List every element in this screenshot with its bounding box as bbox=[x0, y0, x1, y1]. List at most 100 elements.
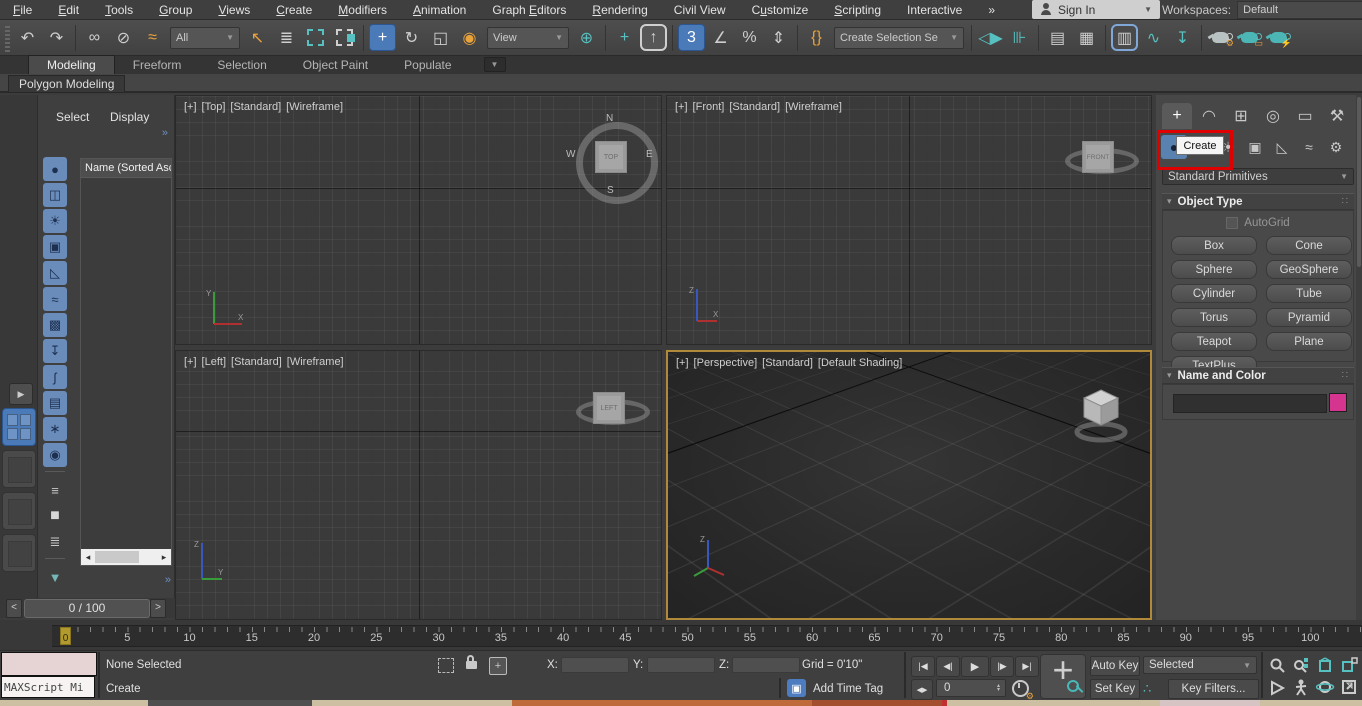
viewport-menu-shading[interactable]: [Wireframe] bbox=[287, 356, 344, 368]
menu-customize[interactable]: Customize bbox=[739, 3, 822, 17]
object-color-swatch[interactable] bbox=[1329, 393, 1347, 412]
viewport-menu-plus[interactable]: [+] bbox=[676, 357, 689, 369]
viewport-menu-plus[interactable]: [+] bbox=[184, 101, 197, 113]
frame-input[interactable] bbox=[942, 681, 990, 695]
viewport-menu-pov[interactable]: [Top] bbox=[202, 101, 226, 113]
primitive-category-dropdown[interactable]: Standard Primitives ▼ bbox=[1162, 168, 1354, 185]
sign-in-button[interactable]: Sign In ▼ bbox=[1032, 0, 1160, 19]
display-frozen-icon[interactable]: ∗ bbox=[43, 417, 67, 441]
display-cameras-icon[interactable]: ▣ bbox=[43, 235, 67, 259]
field-of-view-icon[interactable] bbox=[1268, 678, 1288, 698]
maxscript-input-field[interactable]: MAXScript Mi bbox=[1, 676, 95, 698]
toolbar-grip[interactable] bbox=[5, 23, 10, 52]
next-frame-button[interactable]: |▶ bbox=[990, 656, 1014, 677]
viewport-menu-plus[interactable]: [+] bbox=[675, 101, 688, 113]
selection-filter-dropdown[interactable]: All ▼ bbox=[170, 26, 240, 49]
undo-icon[interactable]: ↶ bbox=[14, 24, 41, 51]
menu-file[interactable]: File bbox=[0, 3, 45, 17]
tube-button[interactable]: Tube bbox=[1266, 284, 1352, 303]
viewport-layout-tab-4[interactable] bbox=[2, 534, 36, 572]
name-and-color-rollout-header[interactable]: ▾ Name and Color ∷ bbox=[1162, 367, 1354, 384]
key-filters-button[interactable]: Key Filters... bbox=[1168, 679, 1259, 699]
zoom-extents-all-icon[interactable] bbox=[1340, 656, 1360, 676]
menu-rendering[interactable]: Rendering bbox=[579, 3, 660, 17]
scrollbar-thumb[interactable] bbox=[95, 551, 139, 563]
spinner-snap-icon[interactable]: ⇕ bbox=[765, 24, 792, 51]
viewport-menu-shading[interactable]: [Wireframe] bbox=[286, 101, 343, 113]
selection-lock-icon[interactable] bbox=[466, 655, 477, 669]
render-production-icon[interactable]: ⚡ bbox=[1265, 24, 1292, 51]
create-tab[interactable]: + bbox=[1162, 103, 1192, 129]
select-and-move-icon[interactable]: + bbox=[369, 24, 396, 51]
select-and-place-icon[interactable]: ◉ bbox=[456, 24, 483, 51]
ribbon-tab-object-paint[interactable]: Object Paint bbox=[285, 56, 386, 74]
rollout-grip-icon[interactable]: ∷ bbox=[1342, 196, 1349, 207]
layer-explorer-icon[interactable]: ▦ bbox=[1073, 24, 1100, 51]
display-xrefs-icon[interactable]: ↧ bbox=[43, 339, 67, 363]
cylinder-button[interactable]: Cylinder bbox=[1171, 284, 1257, 303]
key-filter-scope-dropdown[interactable]: Selected ▼ bbox=[1143, 656, 1257, 674]
menu-scripting[interactable]: Scripting bbox=[821, 3, 894, 17]
explorer-overflow-bottom-icon[interactable]: » bbox=[165, 574, 171, 586]
schematic-view-icon[interactable]: ∿ bbox=[1140, 24, 1167, 51]
ribbon-overflow-button[interactable]: ▼ bbox=[483, 57, 506, 72]
zoom-all-icon[interactable] bbox=[1292, 656, 1312, 676]
zoom-icon[interactable] bbox=[1268, 656, 1288, 676]
viewcube-north[interactable]: N bbox=[606, 113, 613, 124]
ribbon-tab-populate[interactable]: Populate bbox=[386, 56, 469, 74]
scroll-left-icon[interactable]: ◂ bbox=[81, 552, 95, 563]
viewport-menu-renderer[interactable]: [Standard] bbox=[231, 356, 282, 368]
viewcube[interactable]: N W E S TOP bbox=[566, 113, 658, 204]
workspaces-dropdown[interactable]: Default ▼ bbox=[1237, 0, 1362, 19]
box-button[interactable]: Box bbox=[1171, 236, 1257, 255]
viewcube-west[interactable]: W bbox=[566, 149, 575, 160]
cone-button[interactable]: Cone bbox=[1266, 236, 1352, 255]
select-by-name-icon[interactable]: ≣ bbox=[273, 24, 300, 51]
material-editor-icon[interactable]: ↧ bbox=[1169, 24, 1196, 51]
display-containers-icon[interactable]: ▤ bbox=[43, 391, 67, 415]
rollout-grip-icon[interactable]: ∷ bbox=[1342, 370, 1349, 381]
viewport-menu-pov[interactable]: [Perspective] bbox=[694, 357, 758, 369]
scene-explorer-icon[interactable]: ▤ bbox=[1044, 24, 1071, 51]
render-setup-icon[interactable]: ⚙ bbox=[1207, 24, 1234, 51]
y-coordinate-input[interactable] bbox=[647, 657, 715, 673]
select-and-rotate-icon[interactable]: ↻ bbox=[398, 24, 425, 51]
menu-views[interactable]: Views bbox=[205, 3, 263, 17]
redo-icon[interactable]: ↷ bbox=[43, 24, 70, 51]
unlink-selection-icon[interactable]: ⊘ bbox=[110, 24, 137, 51]
helpers-category[interactable]: ◺ bbox=[1269, 135, 1295, 159]
angle-snap-icon[interactable]: ∠ bbox=[707, 24, 734, 51]
named-selection-sets-icon[interactable]: {} bbox=[803, 24, 830, 51]
mirror-icon[interactable]: ◁▶ bbox=[977, 24, 1004, 51]
display-hidden-icon[interactable]: ◉ bbox=[43, 443, 67, 467]
menu-interactive[interactable]: Interactive bbox=[894, 3, 975, 17]
menu-tools[interactable]: Tools bbox=[92, 3, 146, 17]
teapot-button[interactable]: Teapot bbox=[1171, 332, 1257, 351]
ribbon-tab-selection[interactable]: Selection bbox=[199, 56, 284, 74]
object-name-input[interactable] bbox=[1173, 394, 1327, 413]
set-key-button[interactable]: Set Key bbox=[1090, 679, 1140, 699]
viewcube[interactable] bbox=[1072, 384, 1130, 444]
time-slider-value[interactable]: 0 / 100 bbox=[24, 599, 150, 618]
align-icon[interactable]: ⊪ bbox=[1006, 24, 1033, 51]
layout-flyout-button[interactable]: ▶ bbox=[9, 383, 33, 405]
viewport-top[interactable]: [+] [Top] [Standard] [Wireframe] N W E S TO… bbox=[175, 95, 662, 345]
viewport-menu-plus[interactable]: [+] bbox=[184, 356, 197, 368]
auto-key-button[interactable]: Auto Key bbox=[1090, 656, 1140, 676]
previous-frame-button[interactable]: ◀| bbox=[936, 656, 960, 677]
viewport-menu-pov[interactable]: [Front] bbox=[693, 101, 725, 113]
list-view-icon[interactable]: ≡ bbox=[43, 478, 67, 502]
curve-editor-icon[interactable]: ▥ bbox=[1111, 24, 1138, 51]
menu-create[interactable]: Create bbox=[263, 3, 325, 17]
autogrid-checkbox[interactable] bbox=[1226, 217, 1239, 229]
x-coordinate-input[interactable] bbox=[561, 657, 629, 673]
previous-frame-slider-button[interactable]: < bbox=[6, 599, 22, 618]
play-button[interactable]: ▶ bbox=[961, 656, 989, 677]
viewcube[interactable]: LEFT bbox=[576, 389, 650, 425]
scrollbar-thumb[interactable] bbox=[1357, 97, 1361, 267]
isolate-selection-icon[interactable] bbox=[438, 658, 454, 673]
maxscript-macro-field[interactable] bbox=[1, 652, 97, 676]
display-space-warps-icon[interactable]: ≈ bbox=[43, 287, 67, 311]
use-pivot-center-icon[interactable]: ⊕ bbox=[573, 24, 600, 51]
ribbon-tab-freeform[interactable]: Freeform bbox=[115, 56, 200, 74]
